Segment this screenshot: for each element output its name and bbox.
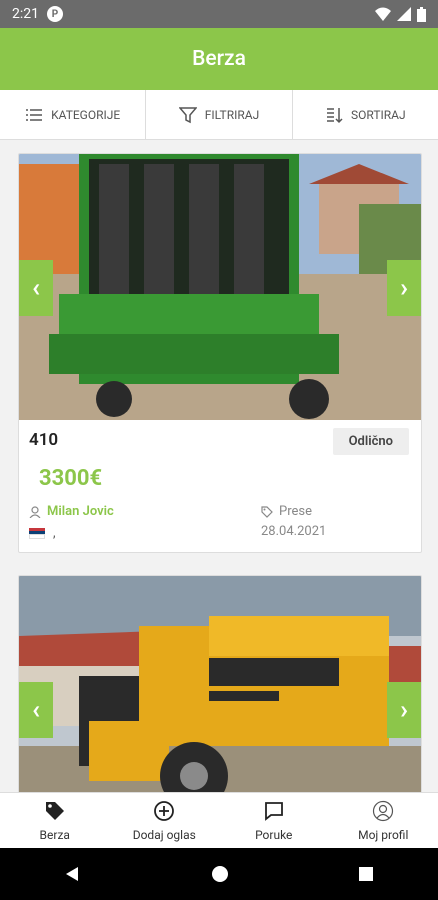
filter-icon [178, 106, 197, 123]
nav-profile[interactable]: Moj profil [329, 793, 438, 848]
listing-price: 3300€ [39, 466, 103, 491]
nav-add-listing[interactable]: Dodaj oglas [110, 793, 220, 848]
nav-berza-label: Berza [39, 827, 70, 842]
previous-photo-button[interactable]: ‹ [19, 260, 53, 316]
listings-list[interactable]: ‹ › 410 Odlično 3300€ Milan Jovic , Pres… [0, 140, 438, 792]
system-navigation-bar [0, 848, 438, 900]
page-title: Berza [192, 47, 246, 71]
tag-icon [45, 801, 64, 820]
add-circle-icon [154, 800, 175, 821]
location-text: , [53, 526, 56, 541]
listing-category: Prese [261, 504, 312, 519]
app-bar: Berza [0, 28, 438, 90]
next-photo-button[interactable]: › [387, 260, 421, 316]
listing-card[interactable]: ‹ › 410 Odlično 3300€ Milan Jovic , Pres… [18, 153, 422, 553]
message-icon [264, 801, 283, 821]
baler-image [19, 576, 421, 792]
status-time: 2:21 [12, 6, 39, 22]
listing-photo[interactable]: ‹ › [19, 576, 421, 792]
home-icon[interactable] [211, 865, 229, 883]
nav-profile-label: Moj profil [358, 827, 409, 842]
seller-location: , [29, 526, 56, 541]
back-icon[interactable] [64, 865, 82, 883]
filter-toolbar: KATEGORIJE FILTRIRAJ SORTIRAJ [0, 90, 438, 140]
wifi-icon [375, 7, 391, 21]
category-text: Prese [279, 504, 312, 519]
recents-icon[interactable] [358, 866, 374, 882]
listing-date: 28.04.2021 [261, 524, 327, 539]
notification-icon: P [47, 6, 63, 22]
listing-card[interactable]: ‹ › [18, 575, 422, 792]
battery-icon [417, 6, 426, 22]
filter-button[interactable]: FILTRIRAJ [146, 90, 293, 139]
seller-name: Milan Jovic [47, 504, 114, 519]
categories-button[interactable]: KATEGORIJE [0, 90, 147, 139]
list-icon [26, 108, 43, 121]
tag-icon [261, 505, 273, 518]
seller[interactable]: Milan Jovic [29, 504, 114, 519]
status-bar: 2:21 P [0, 0, 438, 28]
profile-icon [373, 800, 394, 821]
categories-label: KATEGORIJE [51, 107, 121, 122]
listing-photo[interactable]: ‹ › [19, 154, 421, 420]
nav-messages-label: Poruke [255, 827, 293, 842]
baler-image [19, 154, 421, 420]
filter-label: FILTRIRAJ [204, 107, 260, 122]
next-photo-button[interactable]: › [387, 682, 421, 738]
nav-berza[interactable]: Berza [0, 793, 110, 848]
sort-icon [327, 107, 343, 123]
user-icon [29, 505, 41, 518]
sort-button[interactable]: SORTIRAJ [293, 90, 438, 139]
bottom-navigation: Berza Dodaj oglas Poruke Moj profil [0, 792, 438, 848]
nav-add-label: Dodaj oglas [132, 827, 196, 842]
previous-photo-button[interactable]: ‹ [19, 682, 53, 738]
signal-icon [397, 7, 411, 21]
nav-messages[interactable]: Poruke [219, 793, 329, 848]
serbia-flag-icon [29, 528, 45, 539]
listing-info: 410 Odlično 3300€ Milan Jovic , Prese 28… [19, 420, 421, 552]
sort-label: SORTIRAJ [351, 107, 406, 122]
condition-badge: Odlično [332, 428, 409, 455]
